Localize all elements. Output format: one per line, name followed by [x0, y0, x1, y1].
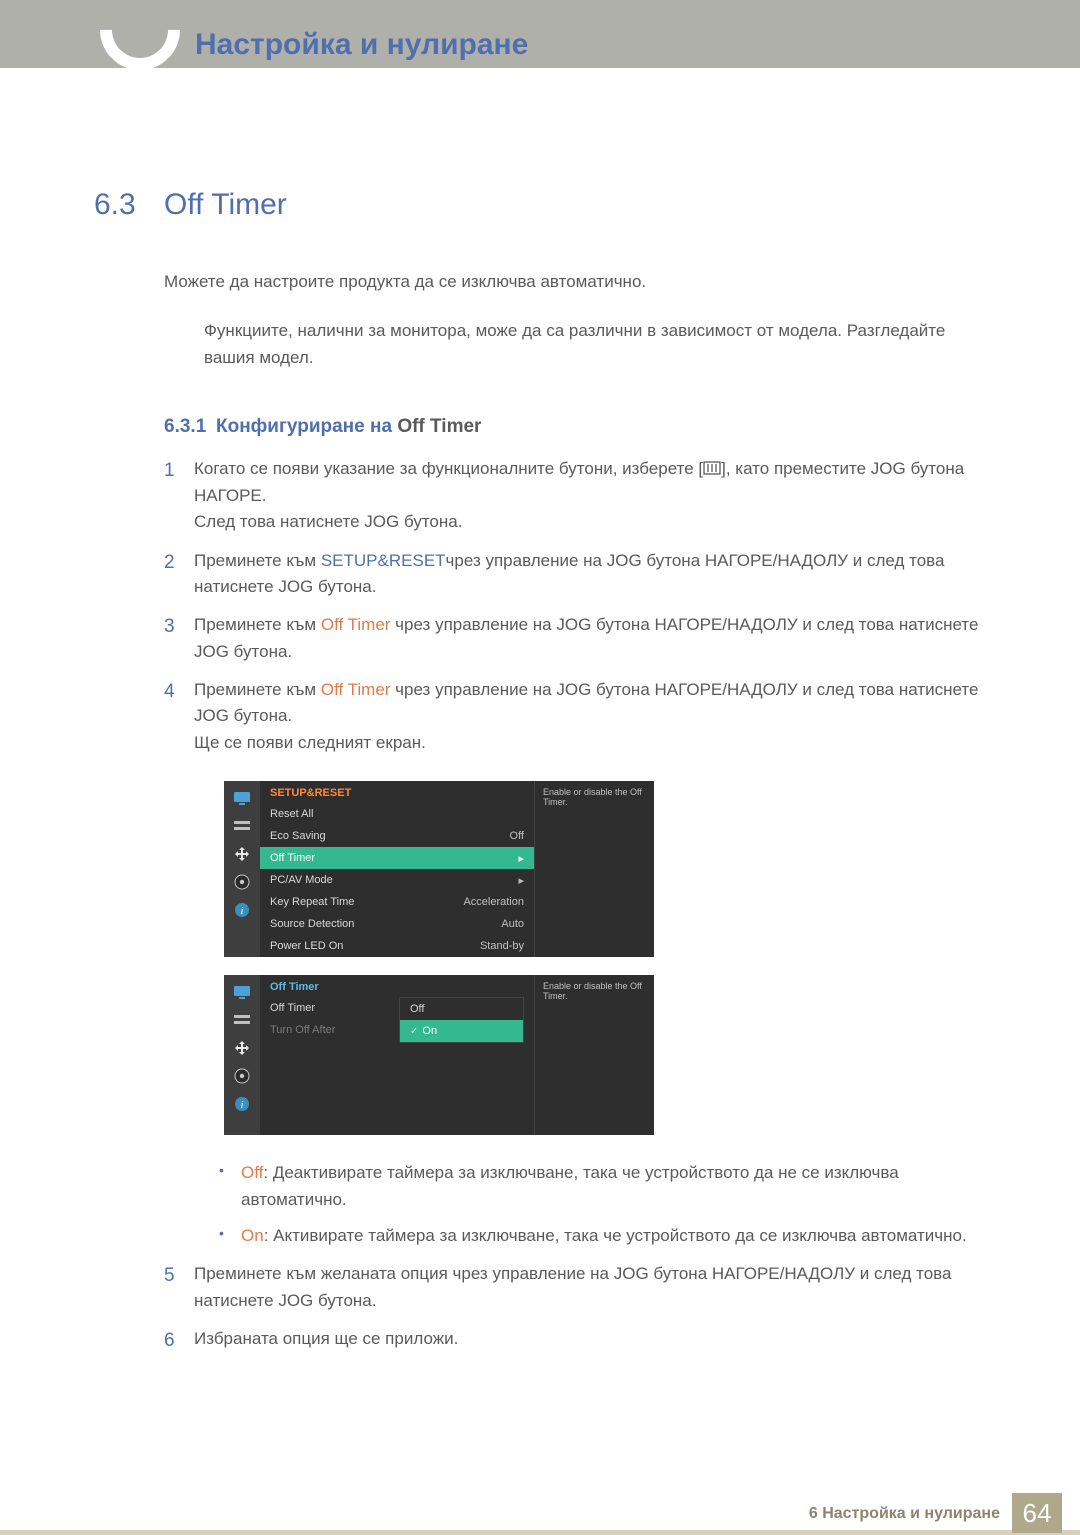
gear-icon — [232, 1067, 252, 1085]
osd-menu: Off Timer Off TimerTurn Off After Off✓On — [260, 975, 534, 1135]
osd-menu-item: PC/AV Mode ▸ — [260, 869, 534, 891]
osd-option: ✓On — [400, 1020, 523, 1042]
page-footer: 6 Настройка и нулиране 64 — [0, 1485, 1080, 1535]
menu-icon — [703, 457, 721, 483]
svg-text:i: i — [240, 1099, 243, 1111]
osd-screenshots: i SETUP&RESET Reset AllEco SavingOffOff … — [224, 781, 986, 1135]
step-body: Преминете към SETUP&RESETчрез управление… — [194, 548, 986, 601]
section-heading: 6.3 Off Timer — [94, 188, 986, 222]
list-icon — [232, 817, 252, 835]
step-6: 6 Избраната опция ще се приложи. — [164, 1326, 986, 1355]
osd-item-value: ▸ — [518, 852, 524, 865]
step-body: Преминете към желаната опция чрез управл… — [194, 1261, 986, 1314]
page-number: 64 — [1012, 1493, 1062, 1533]
osd-menu-item: Source Detection Auto — [260, 913, 534, 935]
step-body: Преминете към Off Timer чрез управление … — [194, 612, 986, 665]
step-2: 2 Преминете към SETUP&RESETчрез управлен… — [164, 548, 986, 601]
step-body: Преминете към Off Timer чрез управление … — [194, 677, 986, 756]
step-body: Когато се появи указание за функционални… — [194, 456, 986, 535]
osd-sidebar: i — [224, 975, 260, 1135]
osd-menu-item: Power LED On Stand-by — [260, 935, 534, 957]
svg-text:i: i — [240, 905, 243, 917]
osd-item-value: Acceleration — [463, 896, 524, 908]
osd-off-timer: i Off Timer Off TimerTurn Off After Off✓… — [224, 975, 654, 1135]
bullet-on: On: Активирате таймера за изключване, та… — [219, 1223, 986, 1249]
bullet-off: Off: Деактивирате таймера за изключване,… — [219, 1160, 986, 1213]
osd-item-label: PC/AV Mode — [270, 874, 333, 886]
model-note: Функциите, налични за монитора, може да … — [204, 317, 966, 371]
subsection-prefix: Конфигуриране на — [216, 416, 397, 437]
step-number: 4 — [164, 677, 194, 756]
osd-item-label: Key Repeat Time — [270, 896, 354, 908]
subsection-heading: 6.3.1 Конфигуриране на Off Timer — [164, 416, 986, 438]
check-icon: ✓ — [410, 1026, 418, 1037]
osd-item-label: Power LED On — [270, 940, 343, 952]
step-number: 5 — [164, 1261, 194, 1314]
info-icon: i — [232, 901, 252, 919]
steps-list: 1 Когато се появи указание за функционал… — [164, 456, 986, 756]
osd-item-value: ▸ — [518, 874, 524, 887]
osd-tooltip: Enable or disable the Off Timer. — [534, 781, 654, 957]
intro-text: Можете да настроите продукта да се изклю… — [164, 272, 986, 292]
osd-tooltip: Enable or disable the Off Timer. — [534, 975, 654, 1135]
step-number: 6 — [164, 1326, 194, 1355]
chapter-ornament — [83, 0, 196, 87]
osd-title: SETUP&RESET — [260, 781, 534, 803]
info-icon: i — [232, 1095, 252, 1113]
subsection-title: Конфигуриране на Off Timer — [216, 416, 481, 438]
gear-icon — [232, 873, 252, 891]
subsection-suffix: Off Timer — [397, 416, 481, 437]
osd-title: Off Timer — [260, 975, 534, 997]
osd-menu: SETUP&RESET Reset All Eco Saving Off Off Ti… — [260, 781, 534, 957]
step-body: Избраната опция ще се приложи. — [194, 1326, 986, 1355]
step-1: 1 Когато се появи указание за функционал… — [164, 456, 986, 535]
step-5: 5 Преминете към желаната опция чрез упра… — [164, 1261, 986, 1314]
section-title: Off Timer — [164, 188, 287, 222]
osd-setup-reset: i SETUP&RESET Reset All Eco Saving Off Off … — [224, 781, 654, 957]
step-number: 1 — [164, 456, 194, 535]
osd-menu-item: Off Timer ▸ — [260, 847, 534, 869]
steps-list-cont: 5 Преминете към желаната опция чрез упра… — [164, 1261, 986, 1355]
osd-menu-item: Key Repeat Time Acceleration — [260, 891, 534, 913]
step-4: 4 Преминете към Off Timer чрез управлени… — [164, 677, 986, 756]
resize-icon — [232, 845, 252, 863]
footer-text: 6 Настройка и нулиране — [809, 1505, 1000, 1523]
step-number: 3 — [164, 612, 194, 665]
page-header: Настройка и нулиране — [0, 0, 1080, 68]
footer-bar — [0, 1530, 1080, 1535]
resize-icon — [232, 1039, 252, 1057]
osd-menu-item: Reset All — [260, 803, 534, 825]
osd-menu-item: Eco Saving Off — [260, 825, 534, 847]
osd-item-label: Off Timer — [270, 997, 393, 1019]
osd-item-label: Turn Off After — [270, 1019, 393, 1041]
section-number: 6.3 — [94, 188, 164, 222]
osd-item-label: Eco Saving — [270, 830, 326, 842]
osd-option: Off — [400, 998, 523, 1020]
step-number: 2 — [164, 548, 194, 601]
monitor-icon — [232, 983, 252, 1001]
step-3: 3 Преминете към Off Timer чрез управлени… — [164, 612, 986, 665]
osd-item-value: Off — [510, 830, 524, 842]
subsection-number: 6.3.1 — [164, 416, 216, 438]
osd-item-value: Stand-by — [480, 940, 524, 952]
osd-item-value: Auto — [501, 918, 524, 930]
option-explanations: Off: Деактивирате таймера за изключване,… — [219, 1160, 986, 1249]
osd-item-label: Reset All — [270, 808, 313, 820]
monitor-icon — [232, 789, 252, 807]
osd-sidebar: i — [224, 781, 260, 957]
osd-item-label: Source Detection — [270, 918, 354, 930]
osd-item-label: Off Timer — [270, 852, 315, 864]
list-icon — [232, 1011, 252, 1029]
chapter-title: Настройка и нулиране — [195, 28, 528, 62]
